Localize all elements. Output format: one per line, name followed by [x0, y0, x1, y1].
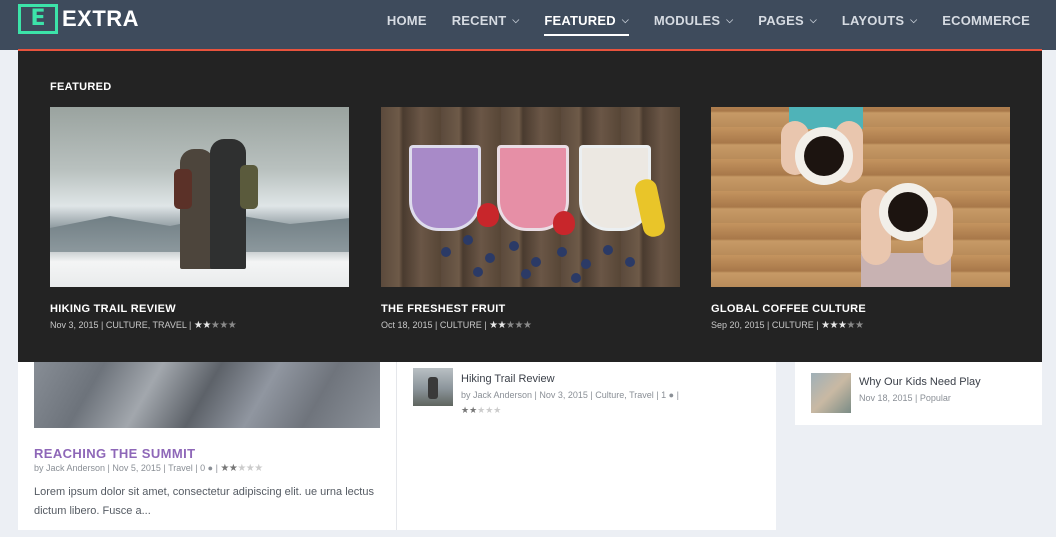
- post-thumbnail[interactable]: [413, 368, 453, 406]
- mega-menu-heading: FEATURED: [50, 81, 112, 93]
- featured-post-hiking[interactable]: HIKING TRAIL REVIEW Nov 3, 2015 | CULTUR…: [50, 107, 349, 331]
- featured-meta: Oct 18, 2015 | CULTURE | ★★★★★: [381, 320, 532, 331]
- featured-post-coffee[interactable]: GLOBAL COFFEE CULTURE Sep 20, 2015 | CUL…: [711, 107, 1010, 331]
- logo-text: EXTRA: [62, 6, 140, 31]
- nav-item-modules[interactable]: MODULES ⌵: [654, 0, 733, 40]
- nav-item-home[interactable]: HOME: [387, 0, 427, 40]
- chevron-down-icon: ⌵: [726, 14, 734, 25]
- site-header: E EXTRA HOME RECENT ⌵ FEATURED ⌵ MODULES ⌵ …: [0, 0, 1056, 50]
- nav-item-featured[interactable]: FEATURED ⌵: [544, 0, 630, 40]
- featured-title[interactable]: THE FRESHEST FRUIT: [381, 303, 680, 315]
- rating-stars: ★★★★★: [461, 405, 502, 415]
- featured-mega-menu: FEATURED HIKING TRAIL REVIEW Nov 3, 2015…: [18, 49, 1042, 362]
- post-meta: by Jack Anderson | Nov 3, 2015 | Culture…: [461, 390, 679, 400]
- post-title-hiking[interactable]: Hiking Trail Review: [461, 373, 555, 385]
- main-nav: HOME RECENT ⌵ FEATURED ⌵ MODULES ⌵ PAGES ⌵ L…: [362, 0, 1030, 40]
- featured-image-fruit[interactable]: [381, 107, 680, 287]
- chevron-down-icon: ⌵: [621, 14, 629, 25]
- post-meta: by Jack Anderson | Nov 5, 2015 | Travel …: [34, 463, 263, 474]
- rating-stars: ★★★★★: [821, 320, 864, 331]
- featured-meta: Sep 20, 2015 | CULTURE | ★★★★★: [711, 320, 864, 331]
- featured-post-fruit[interactable]: THE FRESHEST FRUIT Oct 18, 2015 | CULTUR…: [381, 107, 680, 331]
- featured-image-coffee[interactable]: [711, 107, 1010, 287]
- chevron-down-icon: ⌵: [512, 14, 520, 25]
- post-title-kids[interactable]: Why Our Kids Need Play: [859, 376, 981, 388]
- nav-item-layouts[interactable]: LAYOUTS ⌵: [842, 0, 917, 40]
- featured-meta: Nov 3, 2015 | CULTURE, TRAVEL | ★★★★★: [50, 320, 237, 331]
- featured-title[interactable]: HIKING TRAIL REVIEW: [50, 303, 349, 315]
- site-logo[interactable]: E EXTRA: [18, 4, 139, 34]
- nav-item-ecommerce[interactable]: ECOMMERCE: [942, 0, 1030, 40]
- rating-stars: ★★★★★: [220, 463, 263, 474]
- rating-stars: ★★★★★: [489, 320, 532, 331]
- comment-icon: ●: [207, 463, 214, 473]
- posts-module: REACHING THE SUMMIT by Jack Anderson | N…: [18, 340, 776, 530]
- nav-item-recent[interactable]: RECENT ⌵: [452, 0, 520, 40]
- rating-stars: ★★★★★: [193, 320, 237, 331]
- comment-icon: ●: [668, 390, 675, 400]
- chevron-down-icon: ⌵: [910, 14, 918, 25]
- nav-item-pages[interactable]: PAGES ⌵: [758, 0, 817, 40]
- logo-mark-icon: E: [18, 4, 58, 34]
- featured-title[interactable]: GLOBAL COFFEE CULTURE: [711, 303, 1010, 315]
- list-item[interactable]: Hiking Trail Review by Jack Anderson | N…: [413, 368, 763, 418]
- column-divider: [396, 340, 397, 530]
- post-excerpt: Lorem ipsum dolor sit amet, consectetur …: [34, 486, 374, 517]
- post-thumbnail[interactable]: [811, 373, 851, 413]
- featured-image-hiking[interactable]: [50, 107, 349, 287]
- post-meta: Nov 18, 2015 | Popular: [859, 393, 951, 403]
- chevron-down-icon: ⌵: [809, 14, 817, 25]
- post-title-summit[interactable]: REACHING THE SUMMIT: [34, 446, 195, 461]
